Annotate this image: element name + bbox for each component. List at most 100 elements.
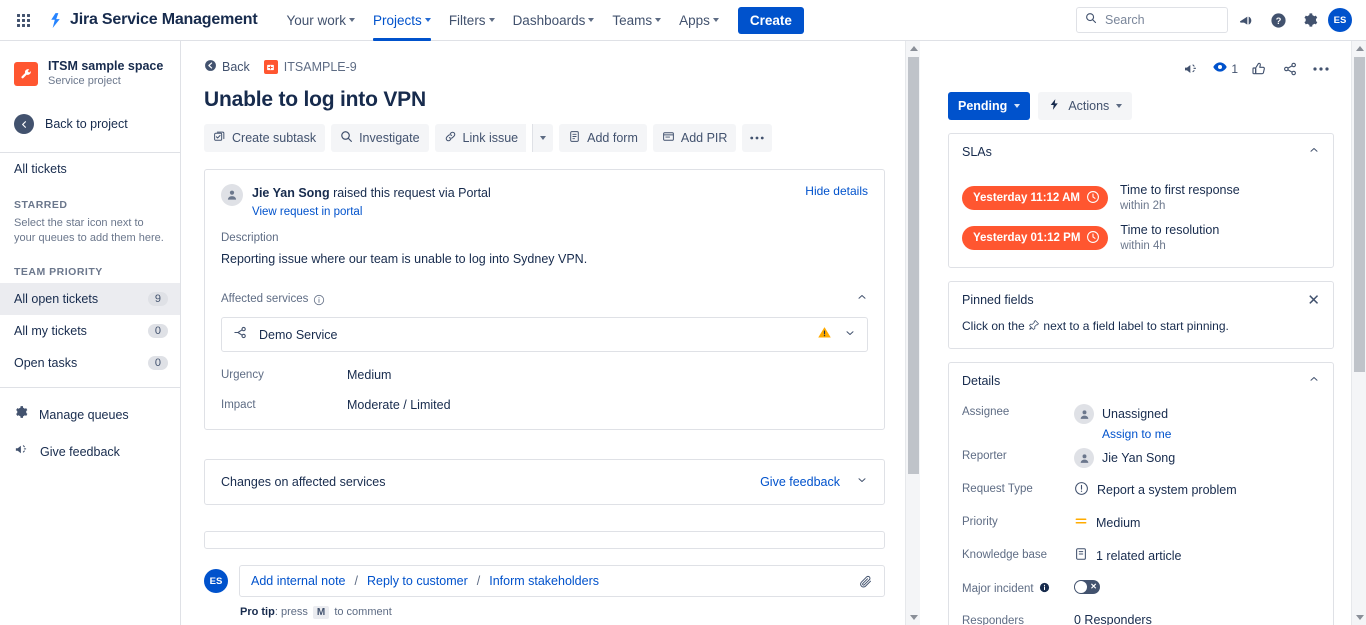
scroll-down-arrow-icon[interactable]	[1352, 610, 1366, 625]
sidebar-item-all-tickets[interactable]: All tickets	[0, 153, 180, 185]
brand-home-link[interactable]: Jira Service Management	[42, 8, 262, 32]
collapse-slas-icon[interactable]	[1308, 143, 1320, 161]
sidebar-item-manage-queues[interactable]: Manage queues	[0, 396, 180, 433]
scrollbar-thumb[interactable]	[908, 57, 919, 474]
paperclip-icon[interactable]	[858, 574, 873, 589]
reply-to-customer-link[interactable]: Reply to customer	[367, 574, 468, 588]
more-actions-button[interactable]	[742, 124, 773, 152]
scroll-up-arrow-icon[interactable]	[906, 41, 921, 56]
search-box[interactable]	[1076, 7, 1228, 33]
sidebar-queue-open-tasks[interactable]: Open tasks 0	[0, 347, 180, 379]
sidebar-back-to-project[interactable]: Back to project	[0, 105, 180, 143]
sla-target: within 2h	[1119, 200, 1166, 212]
reporter-value[interactable]: Jie Yan Song	[1074, 447, 1175, 468]
nav-item-dashboards[interactable]: Dashboards	[504, 0, 604, 41]
collapse-affected-services-icon[interactable]	[856, 290, 868, 308]
comment-input-box[interactable]: Add internal note / Reply to customer / …	[239, 565, 885, 597]
actions-label: Actions	[1068, 99, 1110, 113]
help-circle-icon[interactable]: ?	[1264, 6, 1292, 34]
share-icon[interactable]	[1277, 56, 1303, 82]
scroll-up-arrow-icon[interactable]	[1352, 41, 1366, 56]
view-request-in-portal-link[interactable]: View request in portal	[252, 206, 491, 218]
sidebar-item-give-feedback[interactable]: Give feedback	[0, 433, 180, 471]
changes-on-affected-services-panel[interactable]: Changes on affected services Give feedba…	[204, 459, 885, 505]
nav-item-projects[interactable]: Projects	[364, 0, 440, 41]
jira-service-management-page: Jira Service Management Your work Projec…	[0, 0, 1366, 625]
pinned-fields-hint: Click on the next to a field label to st…	[949, 318, 1333, 348]
priority-value[interactable]: Medium	[1074, 513, 1140, 531]
thumbs-up-icon[interactable]	[1246, 56, 1272, 82]
sidebar: ITSM sample space Service project Back t…	[0, 41, 181, 625]
add-pir-button[interactable]: Add PIR	[652, 124, 737, 152]
sla-breach-badge: Yesterday 11:12 AM	[962, 186, 1108, 210]
collapse-details-icon[interactable]	[1308, 372, 1320, 390]
megaphone-icon[interactable]	[1178, 56, 1204, 82]
watch-eye-icon	[1212, 59, 1228, 80]
hide-details-link[interactable]: Hide details	[805, 184, 868, 198]
changes-panel-title: Changes on affected services	[221, 475, 386, 489]
pro-tip-mid: : press	[274, 606, 308, 618]
raised-text: raised this request via Portal	[333, 186, 491, 200]
gear-icon	[14, 405, 28, 424]
responders-value[interactable]: 0 Responders	[1074, 612, 1152, 625]
gear-icon[interactable]	[1296, 6, 1324, 34]
queue-label: Open tasks	[14, 356, 78, 370]
create-button[interactable]: Create	[737, 6, 804, 34]
search-input[interactable]	[1103, 12, 1219, 28]
sidebar-project-header[interactable]: ITSM sample space Service project	[0, 55, 180, 88]
affected-services-header: Affected services	[205, 268, 884, 308]
request-type-value[interactable]: Report a system problem	[1074, 480, 1237, 499]
slas-list: Yesterday 11:12 AM Time to first respons…	[949, 170, 1333, 267]
sidebar-project-type: Service project	[48, 75, 121, 87]
nav-item-teams[interactable]: Teams	[603, 0, 670, 41]
nav-item-your-work[interactable]: Your work	[278, 0, 365, 41]
field-value[interactable]: Moderate / Limited	[347, 398, 451, 412]
assignee-value[interactable]: Unassigned	[1074, 403, 1171, 424]
pinned-fields-title: Pinned fields	[962, 293, 1034, 307]
sidebar-queue-all-open-tickets[interactable]: All open tickets 9	[0, 283, 180, 315]
scroll-down-arrow-icon[interactable]	[906, 610, 921, 625]
add-form-button[interactable]: Add form	[559, 124, 647, 152]
nav-item-filters[interactable]: Filters	[440, 0, 504, 41]
scrollbar-thumb[interactable]	[1354, 57, 1365, 372]
issue-action-bar: Create subtask Investigate Link issue Ad…	[204, 124, 885, 152]
knowledge-base-value[interactable]: 1 related article	[1074, 546, 1181, 564]
sla-time: Yesterday 11:12 AM	[973, 192, 1080, 204]
main-content-scrollbar[interactable]	[905, 41, 920, 625]
field-value[interactable]: Medium	[347, 368, 391, 382]
actions-dropdown-button[interactable]: Actions	[1038, 92, 1133, 120]
notification-bell-icon[interactable]	[1232, 6, 1260, 34]
info-icon[interactable]	[1039, 582, 1050, 596]
major-incident-toggle[interactable]: ✕	[1074, 580, 1100, 594]
create-subtask-button[interactable]: Create subtask	[204, 124, 326, 152]
pir-icon	[662, 130, 675, 146]
assignee-name: Unassigned	[1102, 407, 1169, 421]
watch-issue-control[interactable]: 1	[1209, 59, 1241, 80]
affected-service-item[interactable]: Demo Service	[221, 317, 868, 352]
back-link[interactable]: Back	[204, 59, 250, 75]
nav-item-apps[interactable]: Apps	[670, 0, 728, 41]
link-issue-button[interactable]: Link issue	[434, 124, 527, 152]
sla-item-resolution: Yesterday 01:12 PM Time to resolution wi…	[962, 222, 1320, 254]
expand-changes-icon[interactable]	[856, 473, 868, 491]
user-avatar[interactable]: ES	[1328, 8, 1352, 32]
breadcrumb-issue-key[interactable]: ITSAMPLE-9	[263, 60, 357, 74]
investigate-button[interactable]: Investigate	[331, 124, 429, 152]
changes-give-feedback-link[interactable]: Give feedback	[760, 475, 840, 489]
assign-to-me-link[interactable]: Assign to me	[1102, 427, 1171, 441]
inform-stakeholders-link[interactable]: Inform stakeholders	[489, 574, 599, 588]
status-dropdown-button[interactable]: Pending	[948, 92, 1031, 120]
sidebar-queue-all-my-tickets[interactable]: All my tickets 0	[0, 315, 180, 347]
affected-service-expand-icon[interactable]	[844, 326, 856, 344]
close-icon[interactable]: ✕	[1307, 293, 1320, 308]
description-label: Description	[221, 232, 279, 244]
add-internal-note-link[interactable]: Add internal note	[251, 574, 346, 588]
wrench-icon	[14, 61, 38, 86]
link-issue-dropdown-button[interactable]	[532, 124, 554, 152]
more-options-icon[interactable]	[1308, 56, 1334, 82]
details-field-list: Assignee Unassigned Assign to me Reporte…	[949, 399, 1333, 625]
reporter-name: Jie Yan Song	[252, 186, 330, 200]
info-icon[interactable]	[313, 293, 325, 306]
page-scrollbar[interactable]	[1351, 41, 1366, 625]
app-switcher-icon[interactable]	[10, 7, 36, 33]
